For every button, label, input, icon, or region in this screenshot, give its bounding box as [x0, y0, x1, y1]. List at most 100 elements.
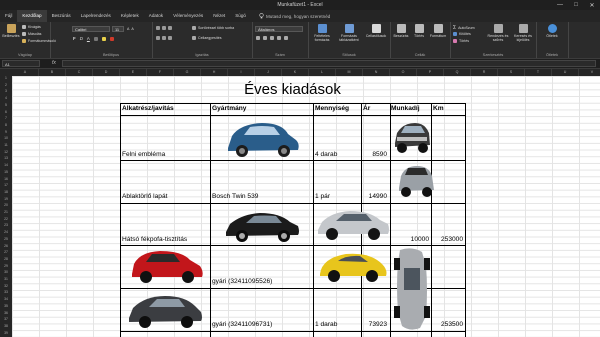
column-header-a[interactable]: A	[12, 69, 39, 76]
close-button[interactable]: ✕	[584, 0, 600, 10]
tab-data[interactable]: Adatok	[144, 10, 168, 22]
format-cells-button[interactable]: Formátum	[428, 24, 448, 38]
cell-price-2[interactable]: 14990	[340, 193, 387, 200]
fill-color-icon[interactable]	[101, 36, 106, 41]
cell-qty-1[interactable]: 4 darab	[315, 151, 337, 158]
row-header-38[interactable]: 38	[0, 324, 12, 328]
sort-filter-button[interactable]: Rendezés és szűrés	[486, 24, 510, 42]
autosum-button[interactable]: Σ AutoSzum	[453, 25, 475, 31]
cell-labor-3[interactable]: 10000	[392, 236, 429, 243]
merge-button[interactable]: Cellaegyesítés	[192, 36, 222, 40]
delete-cells-button[interactable]: Törlés	[411, 24, 427, 38]
sheet-title[interactable]: Éves kiadások	[120, 81, 465, 98]
row-header-5[interactable]: 5	[0, 103, 12, 107]
row-header-7[interactable]: 7	[0, 116, 12, 120]
underline-button[interactable]: A	[87, 36, 90, 41]
ideas-button[interactable]: Ötletek	[540, 24, 564, 38]
fill-button[interactable]: Kitöltés	[453, 32, 471, 36]
row-header-29[interactable]: 29	[0, 264, 12, 268]
row-header-15[interactable]: 15	[0, 170, 12, 174]
row-header-23[interactable]: 23	[0, 223, 12, 227]
column-header-j[interactable]: J	[255, 69, 282, 76]
row-header-26[interactable]: 26	[0, 244, 12, 248]
font-color-icon[interactable]	[109, 36, 114, 41]
cell-maker-4[interactable]: gyári (32411095526)	[212, 278, 272, 285]
row-header-12[interactable]: 12	[0, 150, 12, 154]
horizontal-align-buttons[interactable]	[156, 36, 172, 40]
header-qty[interactable]: Mennyiség	[315, 105, 349, 112]
column-header-n[interactable]: N	[363, 69, 390, 76]
clear-button[interactable]: Törlés	[453, 39, 469, 43]
cell-part-3[interactable]: Hátsó fékpofa-tisztítás	[122, 236, 187, 243]
number-format-buttons[interactable]	[256, 36, 288, 40]
column-header-l[interactable]: L	[309, 69, 336, 76]
column-header-v[interactable]: V	[579, 69, 600, 76]
conditional-formatting-button[interactable]: Feltételes formázás	[310, 24, 334, 42]
wrap-text-button[interactable]: Sortöréssel több sorba	[192, 26, 234, 30]
column-header-t[interactable]: T	[525, 69, 552, 76]
column-header-u[interactable]: U	[552, 69, 579, 76]
cell-qty-2[interactable]: 1 pár	[315, 193, 330, 200]
row-header-4[interactable]: 4	[0, 96, 12, 100]
tab-review[interactable]: Véleményezés	[168, 10, 208, 22]
tab-file[interactable]: Fájl	[0, 10, 17, 22]
maximize-button[interactable]: □	[568, 0, 584, 10]
row-header-28[interactable]: 28	[0, 257, 12, 261]
row-header-35[interactable]: 35	[0, 304, 12, 308]
column-header-i[interactable]: I	[228, 69, 255, 76]
row-header-24[interactable]: 24	[0, 230, 12, 234]
insert-cells-button[interactable]: Beszúrás	[392, 24, 410, 38]
row-header-36[interactable]: 36	[0, 311, 12, 315]
tab-insert[interactable]: Beszúrás	[47, 10, 76, 22]
row-header-13[interactable]: 13	[0, 156, 12, 160]
column-header-q[interactable]: Q	[444, 69, 471, 76]
row-header-20[interactable]: 20	[0, 203, 12, 207]
name-box[interactable]: A1	[2, 60, 40, 67]
row-header-33[interactable]: 33	[0, 290, 12, 294]
cell-km-5[interactable]: 253500	[433, 321, 463, 328]
row-header-39[interactable]: 39	[0, 331, 12, 335]
vertical-align-buttons[interactable]	[156, 26, 172, 30]
font-size-select[interactable]: 11	[112, 26, 124, 32]
car-photo-silver-mini[interactable]	[397, 160, 435, 202]
row-header-11[interactable]: 11	[0, 143, 12, 147]
header-maker[interactable]: Gyártmány	[212, 105, 246, 112]
car-photo-vintage-mercedes[interactable]	[393, 117, 431, 159]
row-header-1[interactable]: 1	[0, 76, 12, 80]
row-header-21[interactable]: 21	[0, 210, 12, 214]
row-header-32[interactable]: 32	[0, 284, 12, 288]
column-header-e[interactable]: E	[120, 69, 147, 76]
column-header-c[interactable]: C	[66, 69, 93, 76]
copy-button[interactable]: Másolás	[22, 32, 41, 36]
formula-input[interactable]	[62, 60, 596, 67]
column-header-r[interactable]: R	[471, 69, 498, 76]
header-price[interactable]: Ár	[363, 105, 370, 112]
bold-button[interactable]: F	[73, 36, 76, 41]
column-header-m[interactable]: M	[336, 69, 363, 76]
cell-part-2[interactable]: Ablaktörlő lapát	[122, 193, 167, 200]
tab-home[interactable]: Kezdőlap	[17, 9, 47, 23]
number-format-select[interactable]: Általános	[255, 26, 303, 32]
header-labor[interactable]: Munkadíj	[391, 105, 420, 112]
row-header-30[interactable]: 30	[0, 270, 12, 274]
row-header-18[interactable]: 18	[0, 190, 12, 194]
column-header-g[interactable]: G	[174, 69, 201, 76]
minimize-button[interactable]: —	[552, 0, 568, 10]
column-header-f[interactable]: F	[147, 69, 174, 76]
tab-page-layout[interactable]: Lapelrendezés	[76, 10, 116, 22]
row-header-6[interactable]: 6	[0, 110, 12, 114]
car-photo-red-hatchback[interactable]	[130, 246, 204, 286]
tab-help[interactable]: Súgó	[230, 10, 251, 22]
column-header-p[interactable]: P	[417, 69, 444, 76]
borders-icon[interactable]	[93, 36, 98, 41]
find-select-button[interactable]: Keresés és kijelölés	[511, 24, 535, 42]
cell-price-1[interactable]: 8590	[340, 151, 387, 158]
row-header-2[interactable]: 2	[0, 83, 12, 87]
cut-button[interactable]: Kivágás	[22, 25, 41, 29]
italic-button[interactable]: D	[80, 36, 83, 41]
car-photo-yellow-beetle[interactable]	[316, 246, 390, 286]
row-header-34[interactable]: 34	[0, 297, 12, 301]
cell-km-3[interactable]: 253000	[433, 236, 463, 243]
column-header-b[interactable]: B	[39, 69, 66, 76]
font-name-select[interactable]: Calibri	[72, 26, 110, 32]
